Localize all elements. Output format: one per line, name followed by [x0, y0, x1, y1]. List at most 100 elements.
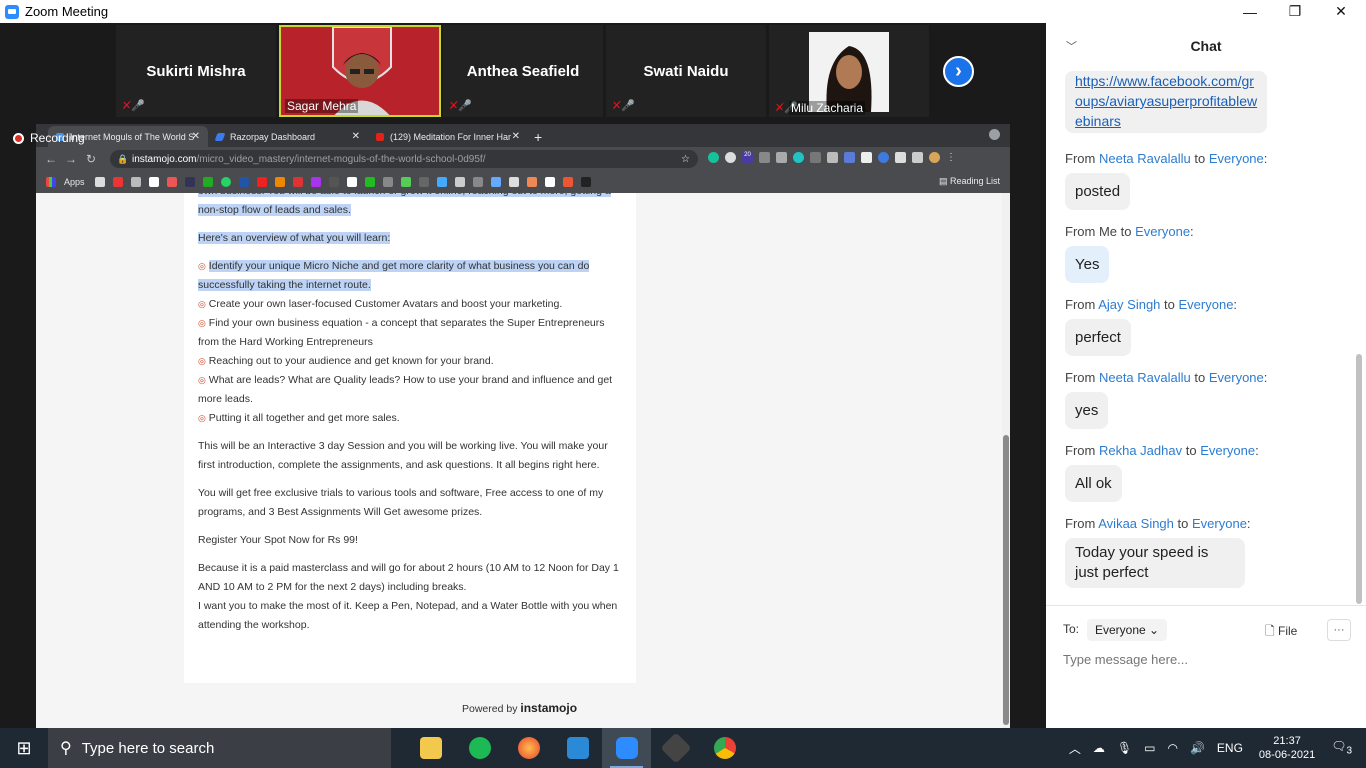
bookmark-icon[interactable] [166, 177, 177, 187]
bookmark-icon[interactable] [508, 177, 519, 187]
close-button[interactable]: ✕ [1318, 0, 1364, 23]
bookmark-icon[interactable] [94, 177, 105, 187]
bookmark-icon[interactable] [328, 177, 339, 187]
sender-name[interactable]: Ajay Singh [1098, 297, 1160, 312]
bookmark-icon[interactable] [202, 177, 213, 187]
battery-icon[interactable]: ▭ [1144, 741, 1155, 755]
zoom-app[interactable] [602, 728, 651, 768]
media-icon[interactable] [912, 152, 923, 163]
sender-name[interactable]: Rekha Jadhav [1099, 443, 1182, 458]
extension-icon[interactable] [725, 152, 736, 163]
minimize-button[interactable]: — [1227, 0, 1273, 23]
browser-tab[interactable]: (129) Meditation For Inner Har ✕ [368, 126, 528, 147]
bookmark-icon[interactable] [418, 177, 429, 187]
sender-name[interactable]: Avikaa Singh [1098, 516, 1174, 531]
chat-scrollbar[interactable] [1355, 69, 1363, 609]
participant-tile[interactable]: Anthea Seafield ✕̸🎤 [443, 25, 603, 117]
notifications-icon[interactable]: 🗨3 [1331, 739, 1352, 756]
sender-name[interactable]: Neeta Ravalallu [1099, 151, 1191, 166]
chrome-app[interactable] [700, 728, 749, 768]
grammarly-icon[interactable] [708, 152, 719, 163]
menu-kebab-icon[interactable]: ⋮ [946, 152, 957, 163]
windows-start-icon[interactable]: ⊞ [0, 728, 48, 768]
close-tab-icon[interactable]: ✕ [512, 131, 520, 142]
extension-icon[interactable] [793, 152, 804, 163]
recipient-dropdown[interactable]: Everyone ⌄ [1087, 619, 1168, 641]
bookmark-icon[interactable] [274, 177, 285, 187]
participant-tile[interactable]: Sukirti Mishra ✕̸🎤 [116, 25, 276, 117]
bookmark-icon[interactable] [490, 177, 501, 187]
page-scrollbar[interactable] [1002, 193, 1010, 728]
chat-link[interactable]: ebinars [1075, 111, 1257, 131]
volume-icon[interactable]: 🔊 [1190, 741, 1205, 755]
extension-icon[interactable] [878, 152, 889, 163]
folder-icon[interactable] [472, 177, 483, 187]
restore-button[interactable]: ❐ [1272, 0, 1318, 23]
bookmark-icon[interactable] [400, 177, 411, 187]
recording-indicator[interactable]: Recording [13, 131, 85, 145]
bookmark-icon[interactable] [526, 177, 537, 187]
close-tab-icon[interactable]: ✕ [192, 131, 200, 142]
wordpress-icon[interactable] [454, 177, 465, 187]
bookmark-icon[interactable] [184, 177, 195, 187]
notion-icon[interactable] [861, 152, 872, 163]
chat-message-input[interactable] [1063, 652, 1343, 667]
wifi-icon[interactable]: ◠ [1167, 741, 1177, 755]
powered-by-footer[interactable]: Powered by instamojo [462, 701, 577, 715]
gmail-icon[interactable] [148, 177, 159, 187]
whatsapp-icon[interactable] [220, 177, 231, 187]
bookmark-star-icon[interactable]: ☆ [681, 154, 690, 165]
new-tab-button[interactable]: + [534, 126, 542, 147]
bookmark-icon[interactable] [436, 177, 447, 187]
profile-avatar[interactable] [929, 152, 940, 163]
address-bar[interactable]: 🔒 instamojo.com/micro_video_mastery/inte… [110, 150, 698, 168]
bookmark-icon[interactable] [112, 177, 123, 187]
chevron-up-icon[interactable]: ︿ [1069, 740, 1081, 757]
app-icon-button[interactable] [651, 728, 700, 768]
extensions-puzzle-icon[interactable] [895, 152, 906, 163]
forward-icon[interactable]: → [61, 152, 81, 166]
close-tab-icon[interactable]: ✕ [352, 131, 360, 142]
extension-icon[interactable] [776, 152, 787, 163]
spotify-app[interactable] [455, 728, 504, 768]
sender-name[interactable]: Neeta Ravalallu [1099, 370, 1191, 385]
file-explorer-app[interactable] [406, 728, 455, 768]
scrollbar-thumb[interactable] [1356, 354, 1362, 604]
firefox-app[interactable] [504, 728, 553, 768]
extension-icon[interactable] [844, 152, 855, 163]
more-options-button[interactable]: ··· [1327, 619, 1351, 641]
back-icon[interactable]: ← [41, 152, 61, 166]
zoom-tray-icon[interactable]: ☁ [1093, 741, 1105, 755]
chat-link[interactable]: oups/aviaryasuperprofitablew [1075, 91, 1257, 111]
bookmark-icon[interactable] [130, 177, 141, 187]
reading-list[interactable]: ▤ Reading List [939, 176, 1000, 187]
participant-tile[interactable]: ✕̸🎤 Milu Zacharia [769, 25, 929, 117]
microphone-icon[interactable]: 🎙 [1117, 741, 1132, 755]
chat-link[interactable]: https://www.facebook.com/gr [1075, 71, 1257, 91]
bookmark-icon[interactable] [364, 177, 375, 187]
next-participants-button[interactable]: › [943, 56, 974, 87]
bookmark-icon[interactable] [346, 177, 357, 187]
language-indicator[interactable]: ENG [1217, 741, 1243, 755]
tab-search-icon[interactable] [989, 129, 1000, 140]
participant-tile[interactable]: Swati Naidu ✕̸🎤 [606, 25, 766, 117]
bookmark-icon[interactable] [562, 177, 573, 187]
extension-icon[interactable] [810, 152, 821, 163]
bookmark-icon[interactable] [310, 177, 321, 187]
extension-badge-icon[interactable]: 20 [742, 152, 753, 163]
taskbar-search-box[interactable]: ⚲ Type here to search [48, 728, 391, 768]
reload-icon[interactable]: ↻ [81, 152, 101, 166]
clock[interactable]: 21:37 08-06-2021 [1259, 734, 1315, 762]
bookmark-icon[interactable] [292, 177, 303, 187]
bookmark-icon[interactable] [580, 177, 591, 187]
participant-tile-active-speaker[interactable]: Sagar Mehra [279, 25, 441, 117]
bookmark-apps[interactable]: Apps [64, 177, 85, 187]
file-button[interactable]: 🗋 File [1265, 622, 1297, 643]
vscode-app[interactable] [553, 728, 602, 768]
bookmark-icon[interactable] [544, 177, 555, 187]
bookmark-icon[interactable] [382, 177, 393, 187]
extension-icon[interactable] [759, 152, 770, 163]
youtube-icon[interactable] [256, 177, 267, 187]
scrollbar-thumb[interactable] [1003, 435, 1009, 725]
browser-tab[interactable]: Razorpay Dashboard ✕ [208, 126, 368, 147]
